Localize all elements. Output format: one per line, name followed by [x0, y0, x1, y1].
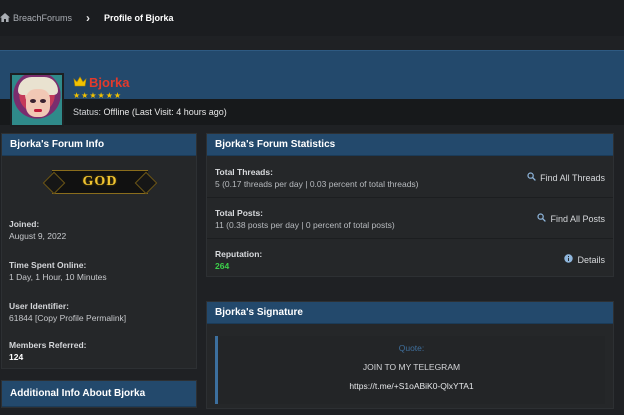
reputation-details-label[interactable]: Details [577, 255, 605, 265]
avatar [10, 73, 64, 127]
stats-divider [207, 238, 613, 239]
time-online-value: 1 Day, 1 Hour, 10 Minutes [9, 272, 107, 282]
signature-panel: Bjorka's Signature Quote: JOIN TO MY TEL… [206, 301, 614, 409]
additional-info-title: Additional Info About Bjorka [2, 381, 196, 407]
signature-quote: Quote: JOIN TO MY TELEGRAM https://t.me/… [215, 336, 605, 404]
members-referred-label: Members Referred: [9, 340, 87, 350]
joined-info: Joined: August 9, 2022 [9, 219, 66, 241]
total-threads-row: Total Threads: 5 (0.17 threads per day |… [215, 167, 419, 189]
signature-title: Bjorka's Signature [207, 302, 613, 324]
breadcrumb-separator: › [86, 11, 91, 25]
username-row: Bjorka [73, 75, 129, 90]
members-referred-value: 124 [9, 352, 24, 362]
forum-info-panel: Bjorka's Forum Info GOD Joined: August 9… [1, 133, 197, 369]
breadcrumb-current: Profile of Bjorka [104, 13, 174, 23]
breadcrumb-bar: BreachForums › Profile of Bjorka [0, 0, 624, 36]
time-online-label: Time Spent Online: [9, 260, 87, 270]
forum-stats-title: Bjorka's Forum Statistics [207, 134, 613, 156]
joined-value: August 9, 2022 [9, 231, 67, 241]
reputation-details-button[interactable]: Details [564, 254, 605, 265]
user-identifier-label: User Identifier: [9, 301, 69, 311]
rank-badge: GOD [52, 170, 148, 194]
status-value: Offline (Last Visit: 4 hours ago) [103, 107, 227, 117]
reputation-value[interactable]: 264 [215, 261, 262, 271]
signature-line: JOIN TO MY TELEGRAM [362, 362, 461, 372]
crown-icon [73, 76, 87, 89]
members-referred-info: Members Referred: 124 [9, 340, 86, 362]
total-posts-label: Total Posts: [215, 208, 264, 218]
info-icon [564, 254, 577, 265]
additional-info-panel: Additional Info About Bjorka [1, 380, 197, 408]
total-threads-label: Total Threads: [215, 167, 273, 177]
breadcrumb-home-label[interactable]: BreachForums [13, 13, 72, 23]
find-all-threads-button[interactable]: Find All Threads [527, 172, 605, 183]
forum-info-title: Bjorka's Forum Info [2, 134, 196, 156]
home-icon [0, 12, 13, 24]
search-icon [537, 213, 550, 224]
search-icon [527, 172, 540, 183]
rank-badge-text: GOD [82, 174, 118, 189]
telegram-link[interactable]: https://t.me/+S1oABiK0-QlxYTA1 [218, 381, 605, 391]
profile-status: Status: Offline (Last Visit: 4 hours ago… [73, 107, 227, 117]
forum-stats-panel: Bjorka's Forum Statistics Total Threads:… [206, 133, 614, 277]
find-all-threads-label[interactable]: Find All Threads [540, 173, 605, 183]
total-threads-value: 5 (0.17 threads per day | 0.03 percent o… [215, 179, 419, 189]
reputation-label: Reputation: [215, 249, 263, 259]
profile-username: Bjorka [89, 75, 130, 90]
reputation-row: Reputation: 264 [215, 249, 262, 271]
breadcrumb-home[interactable]: BreachForums [0, 12, 72, 24]
total-posts-value: 11 (0.38 posts per day | 0 percent of to… [215, 220, 395, 230]
user-identifier-info: User Identifier: 61844 [Copy Profile Per… [9, 301, 126, 323]
user-identifier-value[interactable]: 61844 [Copy Profile Permalink] [9, 313, 126, 323]
quote-label: Quote: [398, 343, 425, 353]
joined-label: Joined: [9, 219, 40, 229]
time-online-info: Time Spent Online: 1 Day, 1 Hour, 10 Min… [9, 260, 107, 282]
status-label: Status: [73, 107, 102, 117]
find-all-posts-label[interactable]: Find All Posts [550, 214, 605, 224]
total-posts-row: Total Posts: 11 (0.38 posts per day | 0 … [215, 208, 395, 230]
rank-stars: ★★★★★★ [73, 91, 123, 100]
find-all-posts-button[interactable]: Find All Posts [537, 213, 605, 224]
stats-divider [207, 197, 613, 198]
